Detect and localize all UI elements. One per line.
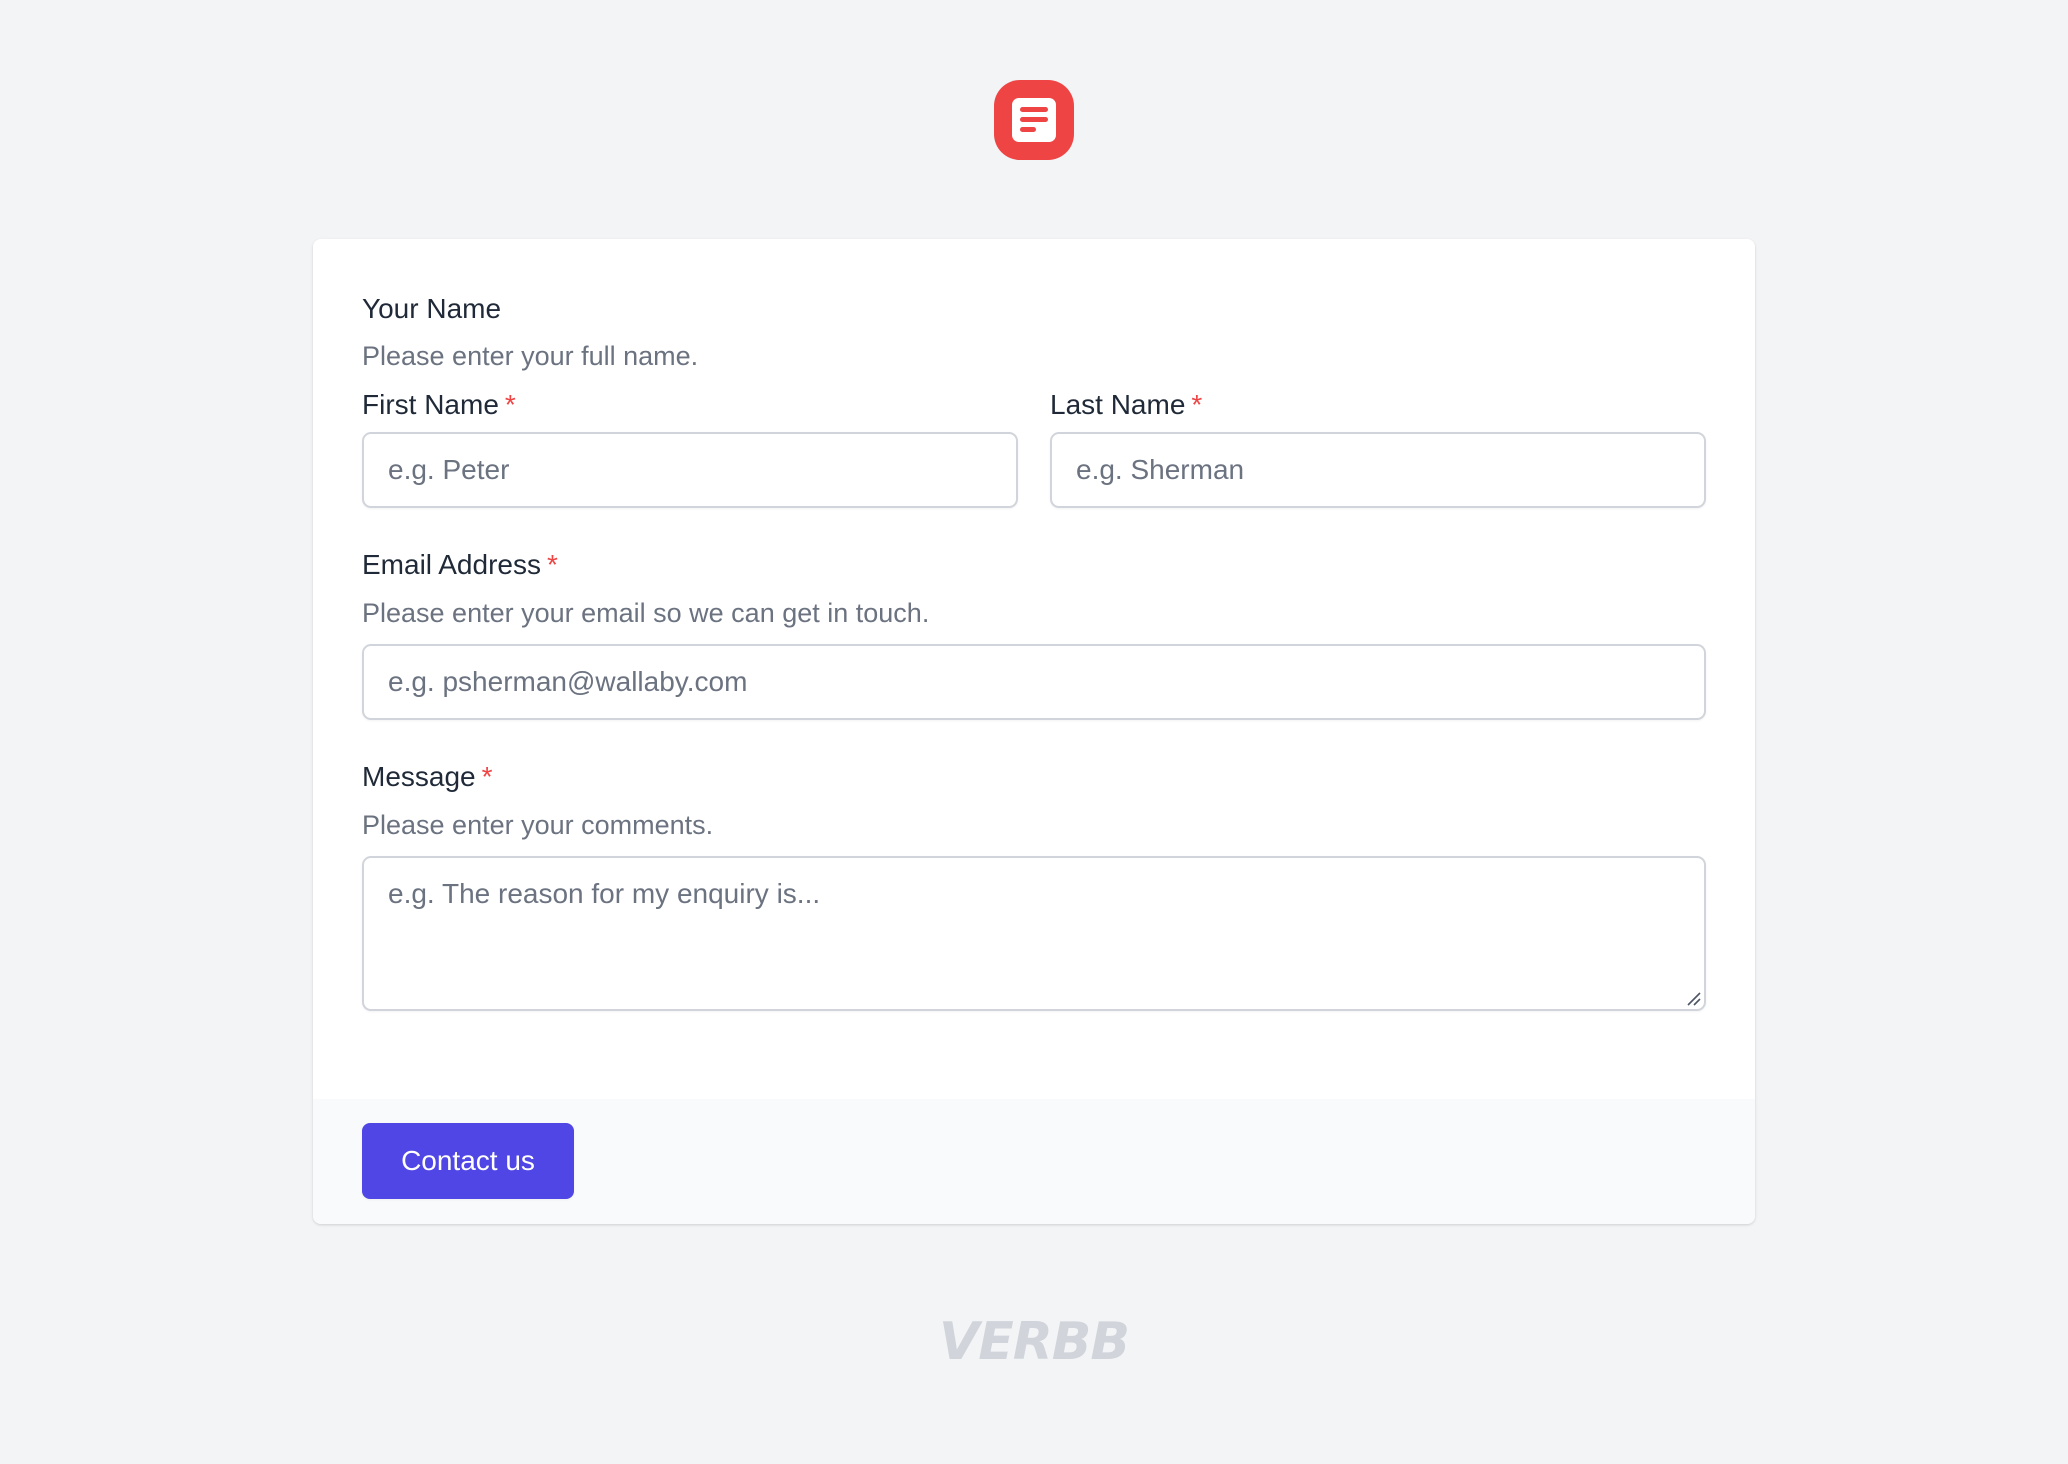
contact-us-button[interactable]: Contact us bbox=[362, 1123, 574, 1199]
name-section-help: Please enter your full name. bbox=[362, 341, 699, 371]
resize-handle-icon[interactable] bbox=[1685, 990, 1701, 1006]
email-placeholder: e.g. psherman@wallaby.com bbox=[388, 666, 748, 697]
name-section-title: Your Name bbox=[362, 293, 502, 324]
app-logo bbox=[994, 80, 1074, 160]
required-indicator: * bbox=[504, 389, 516, 420]
email-label: Email Address * bbox=[362, 549, 558, 580]
form-footer: Contact us bbox=[313, 1099, 1755, 1224]
message-textarea[interactable]: e.g. The reason for my enquiry is... bbox=[362, 856, 1706, 1011]
last-name-label: Last Name * bbox=[1050, 389, 1203, 420]
required-indicator: * bbox=[1191, 389, 1203, 420]
required-indicator: * bbox=[481, 761, 493, 792]
message-placeholder: e.g. The reason for my enquiry is... bbox=[388, 878, 821, 909]
contact-form-card: Your Name Please enter your full name. F… bbox=[313, 239, 1755, 1224]
last-name-input[interactable]: e.g. Sherman bbox=[1050, 432, 1706, 508]
message-help: Please enter your comments. bbox=[362, 810, 714, 840]
first-name-input[interactable]: e.g. Peter bbox=[362, 432, 1018, 508]
form-body: Your Name Please enter your full name. F… bbox=[313, 239, 1755, 1099]
first-name-label: First Name * bbox=[362, 389, 516, 420]
first-name-placeholder: e.g. Peter bbox=[388, 454, 510, 485]
message-label: Message * bbox=[362, 761, 493, 792]
email-help: Please enter your email so we can get in… bbox=[362, 598, 930, 628]
email-input[interactable]: e.g. psherman@wallaby.com bbox=[362, 644, 1706, 720]
verbb-logo: VERBB bbox=[938, 1312, 1130, 1372]
document-icon bbox=[1012, 98, 1056, 142]
last-name-placeholder: e.g. Sherman bbox=[1076, 454, 1245, 485]
required-indicator: * bbox=[546, 549, 558, 580]
